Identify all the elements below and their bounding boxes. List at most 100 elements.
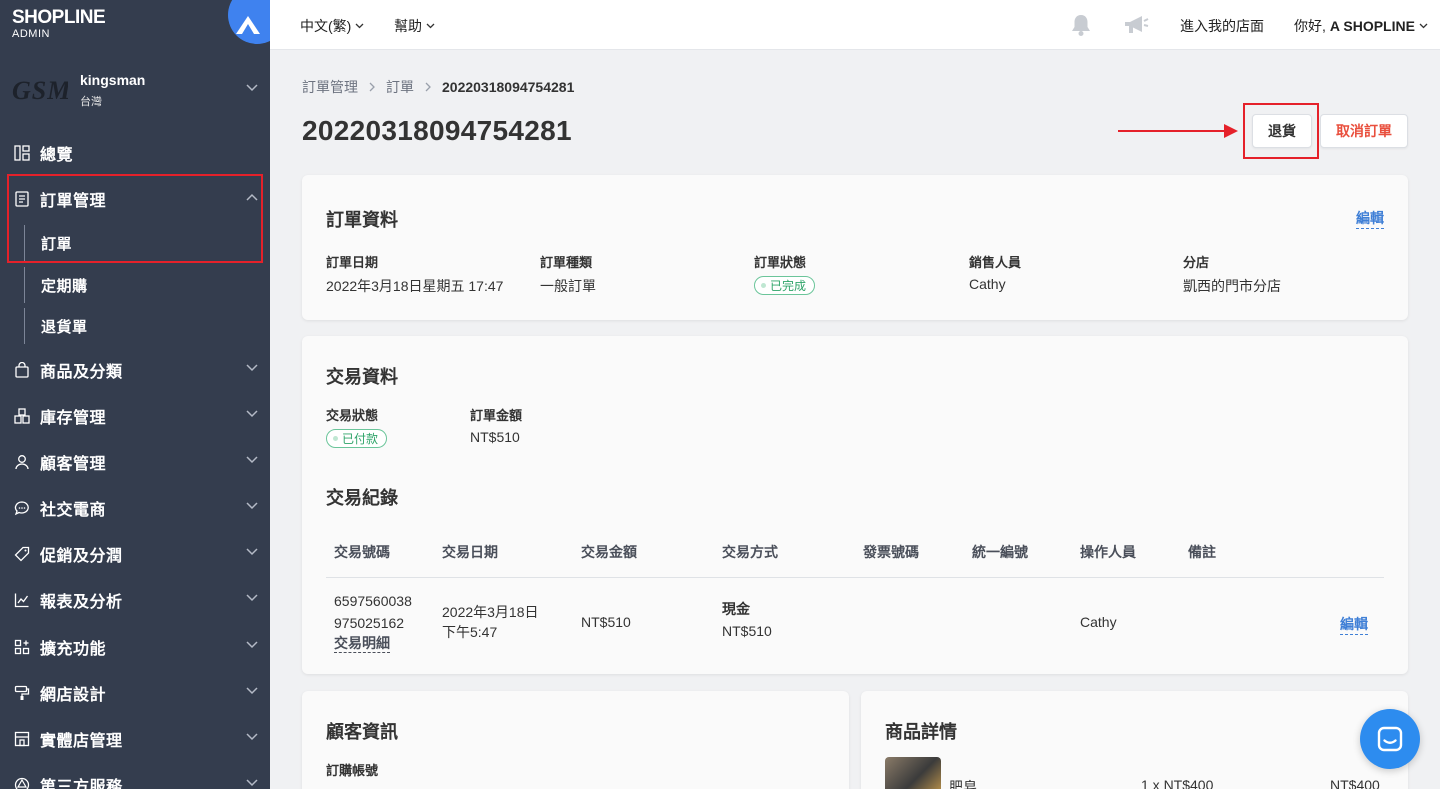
card-title: 商品詳情 <box>885 722 957 742</box>
language-dropdown[interactable]: 中文(繁) <box>300 16 364 36</box>
order-amount-value: NT$510 <box>470 429 520 445</box>
shopline-logo[interactable]: SHOPLINE ADMIN <box>12 7 106 41</box>
bag-icon <box>13 361 31 379</box>
user-menu[interactable]: 你好, A SHOPLINE <box>1294 16 1428 36</box>
order-status-label: 訂單狀態 <box>754 255 807 270</box>
sidebar-item-third-party[interactable]: 第三方服務 <box>0 765 270 789</box>
branch-value: 凱西的門市分店 <box>1183 278 1281 294</box>
sidebar-item-label: 商品及分類 <box>40 364 123 381</box>
chevron-down-icon <box>246 364 258 372</box>
sidebar-item-customers[interactable]: 顧客管理 <box>0 442 270 482</box>
chevron-down-icon <box>246 779 258 787</box>
thirdparty-icon <box>13 776 31 789</box>
sidebar-item-reports[interactable]: 報表及分析 <box>0 580 270 620</box>
sidebar-subitem-label: 退貨單 <box>41 318 88 336</box>
customer-icon <box>13 453 31 471</box>
card-title: 訂單資料 <box>326 210 398 230</box>
sidebar-item-promotions[interactable]: 促銷及分潤 <box>0 534 270 574</box>
column-header: 備註 <box>1188 544 1216 560</box>
breadcrumb-orders[interactable]: 訂單 <box>386 77 414 97</box>
annotation-arrow-head <box>1224 124 1238 138</box>
status-badge: 已完成 <box>754 276 816 295</box>
sidebar-subitem-label: 定期購 <box>41 277 88 295</box>
sidebar-item-overview[interactable]: 總覽 <box>0 133 270 173</box>
admin-switch-icon[interactable] <box>228 0 270 44</box>
order-date-value: 2022年3月18日星期五 17:47 <box>326 278 504 294</box>
sidebar-item-label: 實體店管理 <box>40 733 123 750</box>
chevron-down-icon <box>355 23 364 29</box>
breadcrumb: 訂單管理 訂單 20220318094754281 <box>302 77 574 97</box>
chevron-right-icon <box>369 82 375 92</box>
bell-icon[interactable] <box>1070 13 1092 42</box>
status-badge-label: 已付款 <box>342 432 379 446</box>
column-header: 交易號碼 <box>334 544 390 560</box>
chevron-down-icon <box>246 456 258 464</box>
sidebar-item-label: 庫存管理 <box>40 410 107 427</box>
enter-store-link[interactable]: 進入我的店面 <box>1180 16 1264 36</box>
sidebar-item-label: 促銷及分潤 <box>40 548 123 565</box>
transaction-method-amount: NT$510 <box>722 623 772 639</box>
return-button[interactable]: 退貨 <box>1252 114 1312 148</box>
transaction-date: 2022年3月18日 <box>442 604 539 620</box>
chevron-down-icon <box>1419 23 1428 29</box>
sidebar-item-products[interactable]: 商品及分類 <box>0 350 270 390</box>
sidebar-item-inventory[interactable]: 庫存管理 <box>0 396 270 436</box>
transaction-detail-link[interactable]: 交易明細 <box>334 634 390 653</box>
tag-icon <box>13 545 31 563</box>
sidebar-item-label: 顧客管理 <box>40 456 107 473</box>
sidebar-item-apps[interactable]: 擴充功能 <box>0 627 270 667</box>
chevron-down-icon <box>246 733 258 741</box>
product-thumbnail[interactable] <box>885 757 941 789</box>
order-type-label: 訂單種類 <box>540 255 593 270</box>
store-logo: GSM <box>12 76 68 105</box>
edit-transaction-link[interactable]: 編輯 <box>1340 614 1368 635</box>
edit-order-link[interactable]: 編輯 <box>1356 208 1384 229</box>
enter-store-label: 進入我的店面 <box>1180 18 1264 34</box>
chat-launcher-button[interactable] <box>1360 709 1420 769</box>
status-dot <box>333 436 338 441</box>
help-label: 幫助 <box>394 18 422 34</box>
sidebar-subitem-returns[interactable]: 退貨單 <box>24 308 264 344</box>
sidebar-item-design[interactable]: 網店設計 <box>0 673 270 713</box>
sidebar-item-label: 社交電商 <box>40 502 107 519</box>
column-header: 操作人員 <box>1080 544 1136 560</box>
records-title: 交易紀錄 <box>326 488 398 508</box>
chat-icon <box>1377 726 1403 752</box>
chevron-down-icon <box>246 502 258 510</box>
page-title: 20220318094754281 <box>302 115 572 146</box>
breadcrumb-order-management[interactable]: 訂單管理 <box>302 77 358 97</box>
sidebar-item-social-commerce[interactable]: 社交電商 <box>0 488 270 528</box>
account-label: 訂購帳號 <box>326 763 379 778</box>
transaction-amount: NT$510 <box>581 614 631 630</box>
paint-icon <box>13 684 31 702</box>
store-switcher[interactable]: GSM kingsman 台灣 <box>12 68 262 116</box>
card-title: 顧客資訊 <box>326 722 398 742</box>
annotation-arrow <box>1118 130 1230 132</box>
store-icon <box>13 730 31 748</box>
chevron-down-icon <box>246 687 258 695</box>
chevron-down-icon <box>426 23 435 29</box>
transaction-number-cont: 975025162 <box>334 615 405 631</box>
sidebar-subitem-subscription[interactable]: 定期購 <box>24 267 264 303</box>
customer-info-card: 顧客資訊 訂購帳號 <box>302 691 849 789</box>
product-qty-price: 1 x NT$400 <box>1141 777 1214 789</box>
status-dot <box>761 283 766 288</box>
product-name[interactable]: 肥皂 <box>949 777 977 789</box>
salesperson-value: Cathy <box>969 276 1006 292</box>
chevron-down-icon <box>246 594 258 602</box>
logo-sub: ADMIN <box>12 28 50 40</box>
help-dropdown[interactable]: 幫助 <box>394 16 435 36</box>
card-title: 交易資料 <box>326 367 398 387</box>
transaction-card: 交易資料 交易狀態 已付款 訂單金額 NT$510 交易紀錄 交易號碼 交易日期… <box>302 336 1408 674</box>
megaphone-icon[interactable] <box>1123 14 1149 41</box>
column-header: 統一編號 <box>972 544 1028 560</box>
cancel-order-button[interactable]: 取消訂單 <box>1320 114 1408 148</box>
sidebar: SHOPLINE ADMIN GSM kingsman 台灣 總覽 訂單管理 訂… <box>0 0 270 789</box>
transaction-time: 下午5:47 <box>442 624 498 640</box>
sidebar-item-retail-store[interactable]: 實體店管理 <box>0 719 270 759</box>
inventory-icon <box>13 407 31 425</box>
dashboard-icon <box>13 144 31 162</box>
status-badge-label: 已完成 <box>770 279 807 293</box>
store-name: kingsman <box>80 72 146 88</box>
logo-brand: SHOPLINE <box>12 7 106 28</box>
